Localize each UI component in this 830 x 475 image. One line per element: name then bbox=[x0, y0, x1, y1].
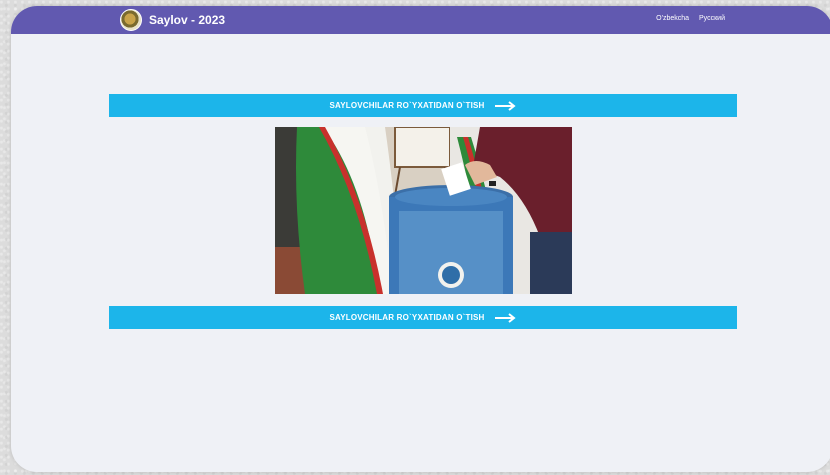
register-voter-button-bottom[interactable]: SAYLOVCHILAR RO`YXATIDAN O`TISH bbox=[109, 306, 737, 329]
arrow-right-icon bbox=[494, 100, 516, 111]
browser-window: Saylov - 2023 O'zbekcha Русский SAYLOVCH… bbox=[11, 6, 830, 472]
top-navbar: Saylov - 2023 O'zbekcha Русский bbox=[11, 6, 830, 34]
language-link-russian[interactable]: Русский bbox=[699, 15, 725, 22]
brand-title: Saylov - 2023 bbox=[149, 13, 226, 27]
arrow-right-icon bbox=[494, 312, 516, 323]
language-switcher: O'zbekcha Русский bbox=[656, 15, 725, 22]
register-voter-button-label: SAYLOVCHILAR RO`YXATIDAN O`TISH bbox=[329, 313, 485, 322]
emblem-logo-icon bbox=[120, 9, 142, 31]
language-link-uzbek[interactable]: O'zbekcha bbox=[656, 15, 689, 22]
register-voter-button-label: SAYLOVCHILAR RO`YXATIDAN O`TISH bbox=[329, 101, 485, 110]
brand-link[interactable]: Saylov - 2023 bbox=[120, 9, 225, 31]
register-voter-button-top[interactable]: SAYLOVCHILAR RO`YXATIDAN O`TISH bbox=[109, 94, 737, 117]
voting-ballot-box-photo bbox=[275, 127, 572, 294]
